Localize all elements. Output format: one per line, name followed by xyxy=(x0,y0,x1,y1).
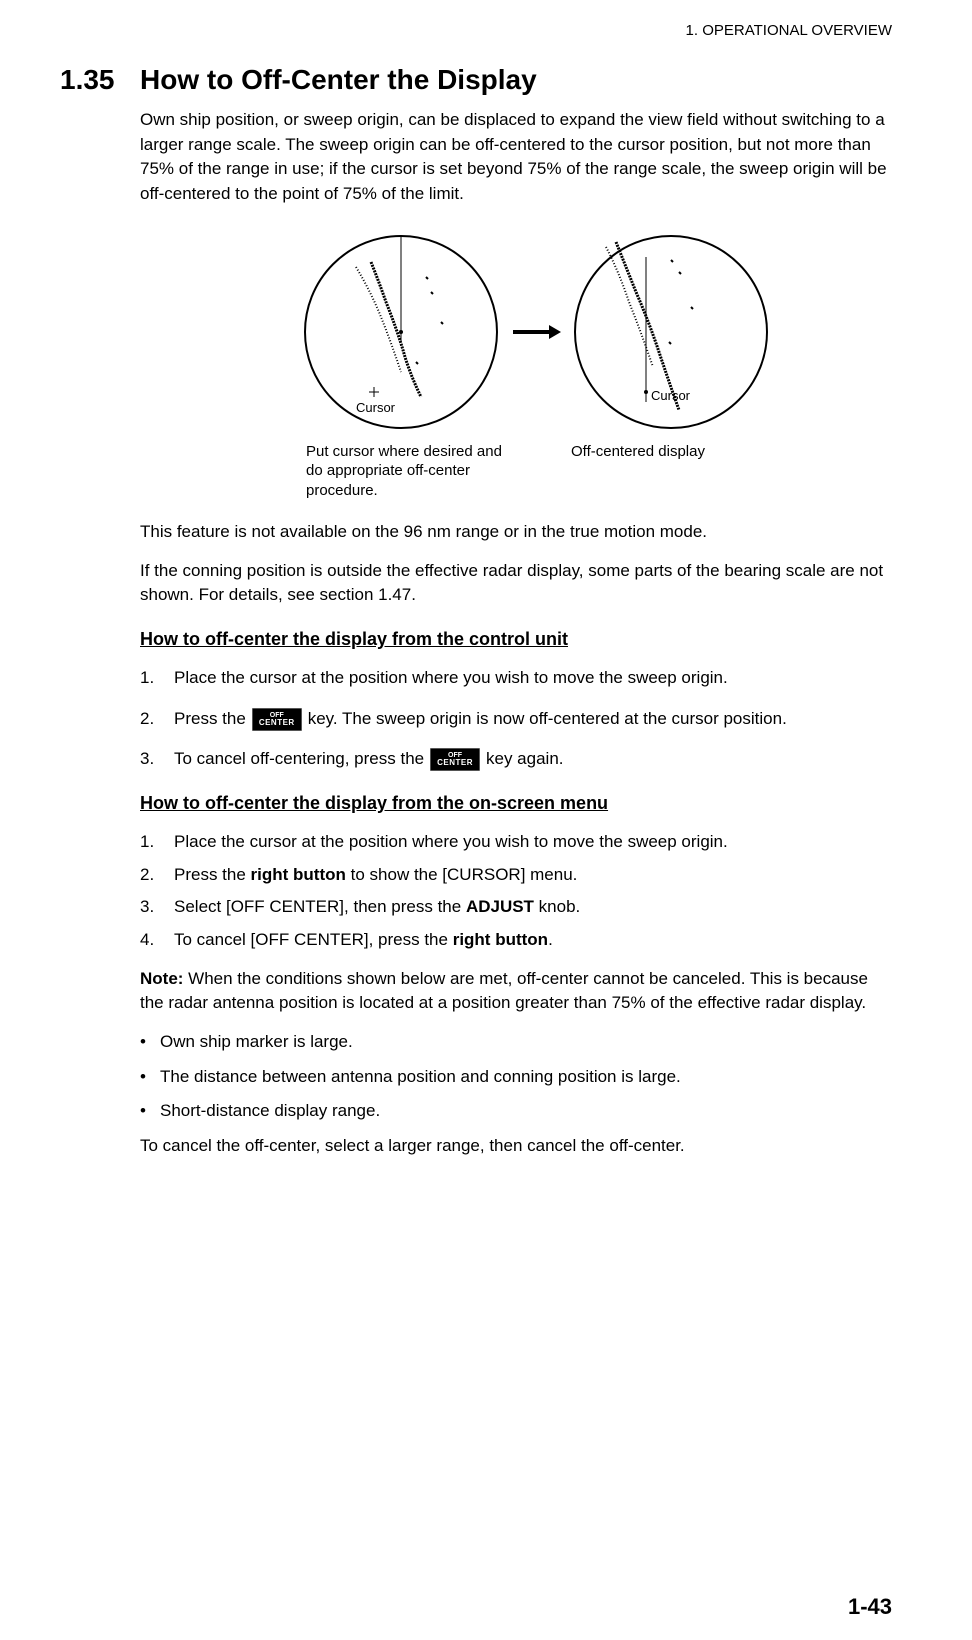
page-header: 1. OPERATIONAL OVERVIEW xyxy=(60,22,892,39)
step-number: 3. xyxy=(140,747,174,772)
arrow-icon xyxy=(511,322,561,342)
cursor-label-left: Cursor xyxy=(356,400,396,415)
list-item: • Own ship marker is large. xyxy=(140,1030,892,1055)
bullet-icon: • xyxy=(140,1030,160,1055)
step-text-post: knob. xyxy=(534,897,580,916)
list-item: 2. Press the right button to show the [C… xyxy=(140,863,892,888)
section-heading: 1.35 How to Off-Center the Display xyxy=(60,64,892,96)
radar-before-svg: Cursor xyxy=(301,232,501,432)
step-text-pre: To cancel off-centering, press the xyxy=(174,747,424,772)
note-paragraph: Note: When the conditions shown below ar… xyxy=(140,967,892,1016)
right-button-label: right button xyxy=(251,865,346,884)
off-center-key-icon: OFF CENTER xyxy=(430,748,480,771)
closing-paragraph: To cancel the off-center, select a large… xyxy=(140,1134,892,1159)
bullet-icon: • xyxy=(140,1065,160,1090)
off-center-diagram: Cursor Cursor xyxy=(140,232,892,501)
list-item: • Short-distance display range. xyxy=(140,1099,892,1124)
step-text: Place the cursor at the position where y… xyxy=(174,666,892,691)
step-text-pre: Press the xyxy=(174,865,251,884)
step-number: 4. xyxy=(140,928,174,953)
list-item: 1. Place the cursor at the position wher… xyxy=(140,666,892,691)
control-unit-steps: 1. Place the cursor at the position wher… xyxy=(140,666,892,772)
availability-note: This feature is not available on the 96 … xyxy=(140,520,892,545)
list-item: 1. Place the cursor at the position wher… xyxy=(140,830,892,855)
list-item: 3. To cancel off-centering, press the OF… xyxy=(140,747,892,772)
subheading-onscreen: How to off-center the display from the o… xyxy=(140,790,892,816)
diagram-caption-left: Put cursor where desired and do appropri… xyxy=(306,442,521,501)
list-item: 4. To cancel [OFF CENTER], press the rig… xyxy=(140,928,892,953)
bullet-text: Own ship marker is large. xyxy=(160,1030,353,1055)
conditions-list: • Own ship marker is large. • The distan… xyxy=(140,1030,892,1124)
step-text: Place the cursor at the position where y… xyxy=(174,830,892,855)
step-number: 1. xyxy=(140,666,174,691)
onscreen-steps: 1. Place the cursor at the position wher… xyxy=(140,830,892,953)
bullet-text: Short-distance display range. xyxy=(160,1099,380,1124)
step-text-pre: Press the xyxy=(174,707,246,732)
section-number: 1.35 xyxy=(60,64,140,96)
step-number: 2. xyxy=(140,707,174,732)
conning-note: If the conning position is outside the e… xyxy=(140,559,892,608)
adjust-knob-label: ADJUST xyxy=(466,897,534,916)
radar-after-svg: Cursor xyxy=(571,232,771,432)
list-item: 3. Select [OFF CENTER], then press the A… xyxy=(140,895,892,920)
right-button-label: right button xyxy=(453,930,548,949)
step-number: 1. xyxy=(140,830,174,855)
section-title: How to Off-Center the Display xyxy=(140,64,537,96)
bullet-icon: • xyxy=(140,1099,160,1124)
step-number: 2. xyxy=(140,863,174,888)
cursor-label-right: Cursor xyxy=(651,388,691,403)
step-text-post: key. The sweep origin is now off-centere… xyxy=(308,707,787,732)
diagram-caption-right: Off-centered display xyxy=(571,442,756,501)
step-text-pre: Select [OFF CENTER], then press the xyxy=(174,897,466,916)
bullet-text: The distance between antenna position an… xyxy=(160,1065,681,1090)
step-text-pre: To cancel [OFF CENTER], press the xyxy=(174,930,453,949)
intro-paragraph: Own ship position, or sweep origin, can … xyxy=(140,108,892,207)
step-number: 3. xyxy=(140,895,174,920)
list-item: 2. Press the OFF CENTER key. The sweep o… xyxy=(140,707,892,732)
list-item: • The distance between antenna position … xyxy=(140,1065,892,1090)
step-text-post: key again. xyxy=(486,747,564,772)
subheading-control-unit: How to off-center the display from the c… xyxy=(140,626,892,652)
off-center-key-icon: OFF CENTER xyxy=(252,708,302,731)
step-text-post: . xyxy=(548,930,553,949)
page-number: 1-43 xyxy=(848,1594,892,1620)
note-body: When the conditions shown below are met,… xyxy=(140,969,868,1013)
note-label: Note: xyxy=(140,969,183,988)
step-text-post: to show the [CURSOR] menu. xyxy=(346,865,577,884)
